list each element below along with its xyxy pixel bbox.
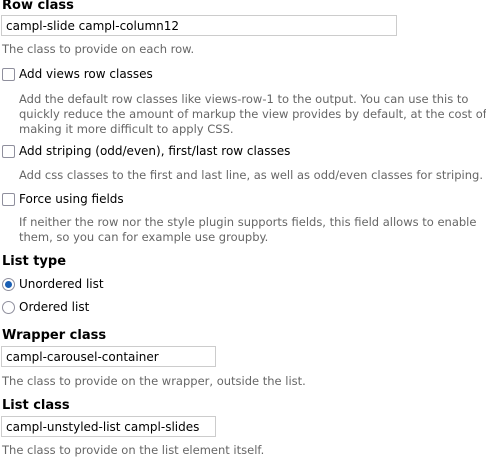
list-class-input[interactable]	[1, 416, 216, 437]
unordered-list-label[interactable]: Unordered list	[19, 277, 104, 291]
row-class-input[interactable]	[1, 15, 397, 36]
wrapper-class-description: The class to provide on the wrapper, out…	[2, 374, 306, 388]
force-fields-description-line-1: If neither the row nor the style plugin …	[19, 215, 477, 229]
unordered-list-radio[interactable]	[2, 278, 15, 291]
force-fields-label[interactable]: Force using fields	[19, 192, 124, 206]
add-views-row-classes-description-line-3: making it more difficult to apply CSS.	[19, 122, 234, 136]
list-class-description: The class to provide on the list element…	[2, 443, 265, 457]
add-views-row-classes-description-line-2: quickly reduce the amount of markup the …	[19, 107, 486, 121]
wrapper-class-label: Wrapper class	[2, 328, 107, 343]
ordered-list-label[interactable]: Ordered list	[19, 300, 89, 314]
add-views-row-classes-checkbox[interactable]	[2, 68, 15, 81]
add-striping-label[interactable]: Add striping (odd/even), first/last row …	[19, 144, 290, 158]
force-fields-description-line-2: them, so you can for example use groupby…	[19, 230, 269, 244]
add-views-row-classes-description-line-1: Add the default row classes like views-r…	[19, 92, 469, 106]
wrapper-class-input[interactable]	[1, 346, 216, 367]
add-views-row-classes-label[interactable]: Add views row classes	[19, 67, 153, 81]
add-striping-description: Add css classes to the first and last li…	[19, 168, 483, 182]
add-striping-checkbox[interactable]	[2, 145, 15, 158]
row-class-description: The class to provide on each row.	[2, 42, 195, 56]
ordered-list-radio[interactable]	[2, 301, 15, 314]
row-class-label: Row class	[2, 0, 74, 13]
list-type-label: List type	[2, 254, 67, 269]
force-fields-checkbox[interactable]	[2, 193, 15, 206]
list-class-label: List class	[2, 398, 70, 413]
